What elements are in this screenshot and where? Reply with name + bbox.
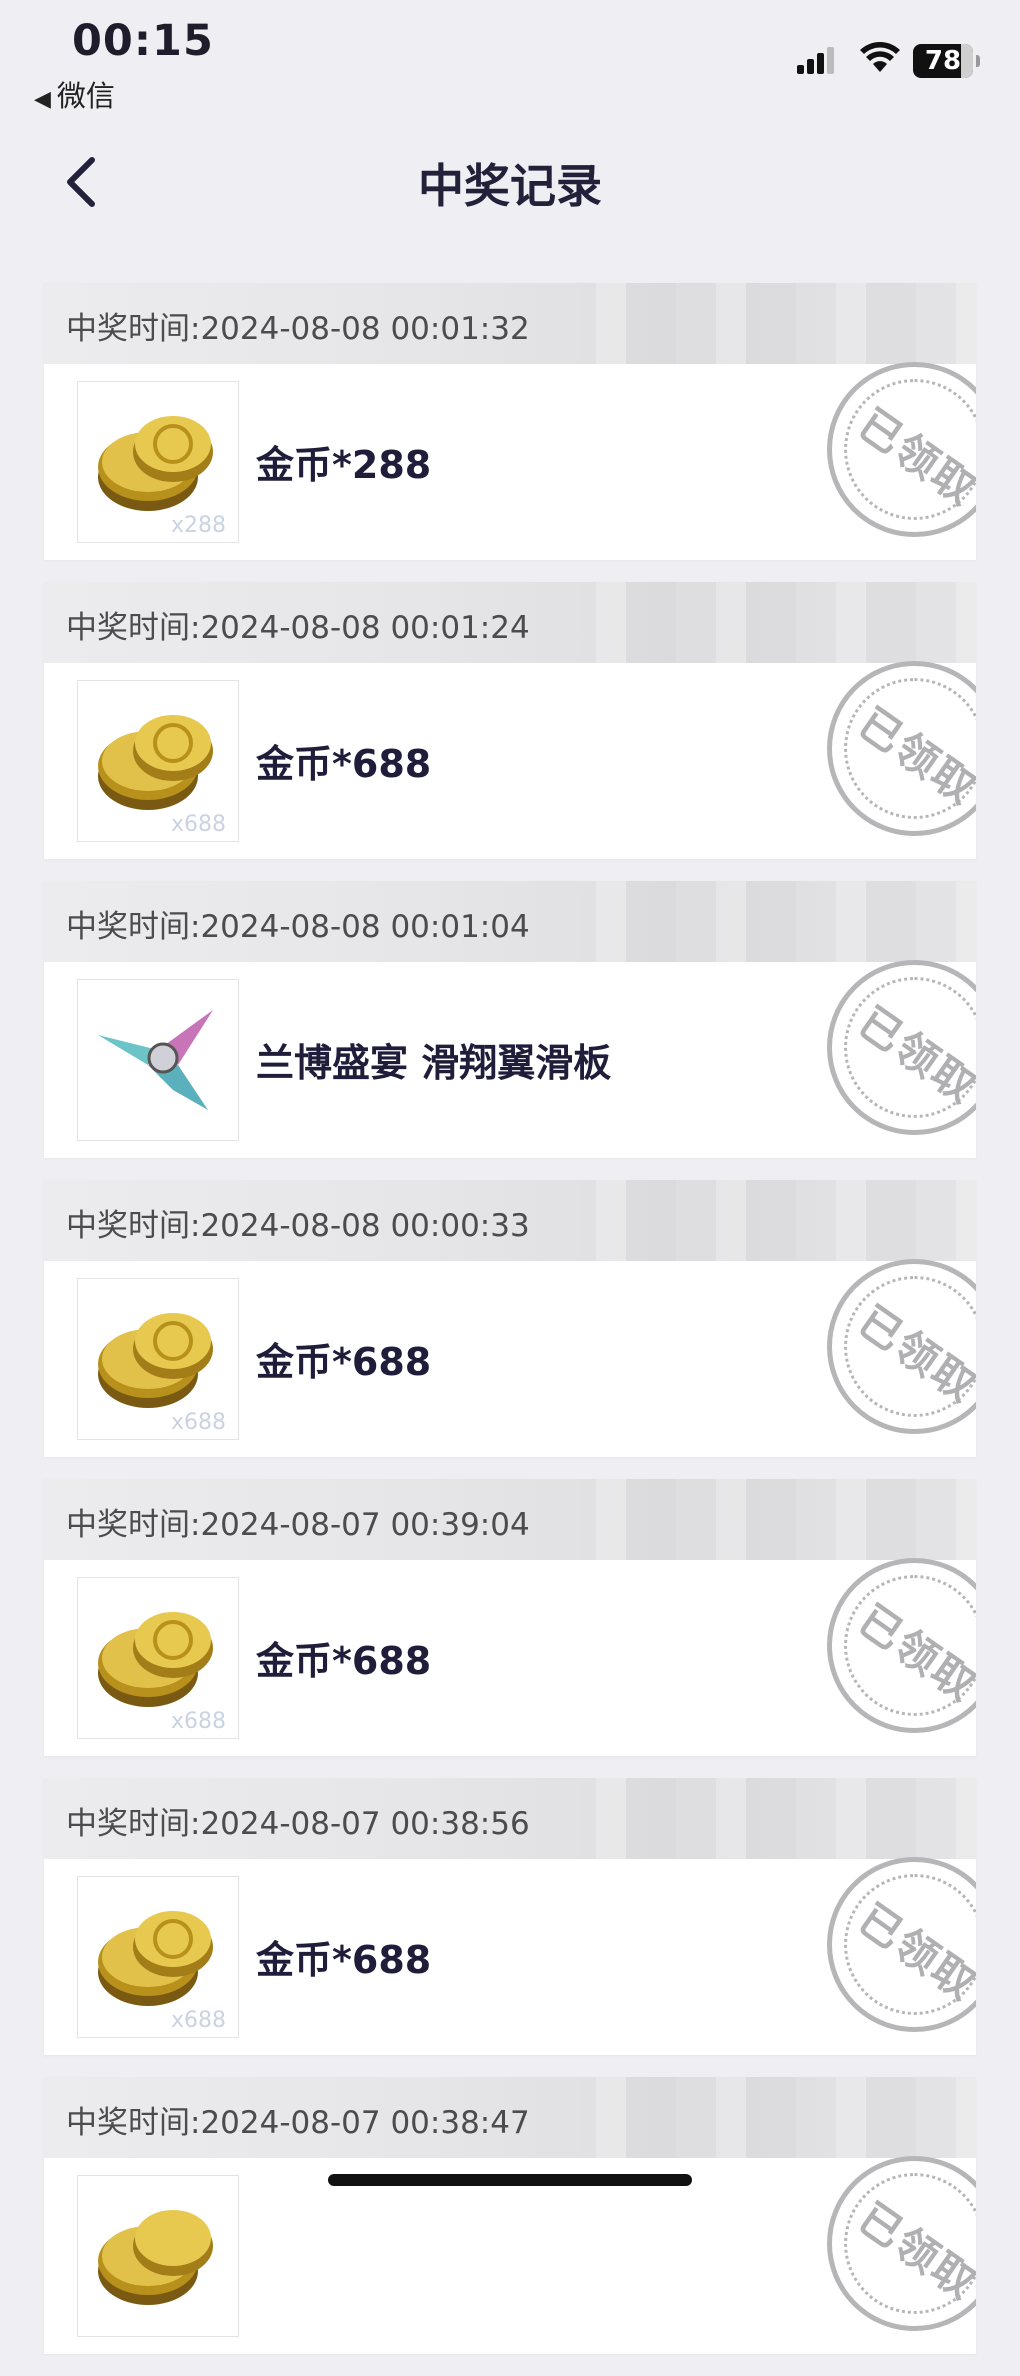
- back-triangle-icon: ◀: [34, 87, 51, 112]
- prize-name: 金币*688: [256, 742, 432, 786]
- wifi-icon: [860, 42, 900, 72]
- record-card[interactable]: 中奖时间:2024-08-07 00:39:04 x688 金币*688 已领取: [44, 1479, 976, 1756]
- battery-level: 78: [924, 46, 962, 76]
- gold-coins-icon: [77, 2175, 239, 2337]
- prize-name: 金币*688: [256, 1639, 432, 1683]
- record-card[interactable]: 中奖时间:2024-08-07 00:38:56 x688 金币*688 已领取: [44, 1778, 976, 2055]
- record-time: 中奖时间:2024-08-08 00:00:33: [66, 1208, 530, 1244]
- record-card[interactable]: 中奖时间:2024-08-07 00:38:47 已领取: [44, 2077, 976, 2354]
- prize-quantity: x288: [170, 513, 226, 538]
- home-indicator[interactable]: [328, 2174, 692, 2186]
- back-to-app-link[interactable]: ◀ 微信: [34, 73, 115, 115]
- record-time: 中奖时间:2024-08-07 00:38:47: [66, 2105, 530, 2141]
- cellular-signal-icon: [797, 46, 837, 74]
- gold-coins-icon: x688: [77, 680, 239, 842]
- record-time: 中奖时间:2024-08-07 00:38:56: [66, 1806, 530, 1842]
- status-bar: 00:15 ◀ 微信 78: [0, 0, 1020, 120]
- page-title: 中奖记录: [418, 159, 602, 213]
- prize-name: 金币*688: [256, 1938, 432, 1982]
- prize-name: 金币*288: [256, 443, 432, 487]
- glider-icon: [77, 979, 239, 1141]
- gold-coins-icon: x688: [77, 1577, 239, 1739]
- record-time: 中奖时间:2024-08-08 00:01:04: [66, 909, 530, 945]
- claimed-stamp: 已领取: [827, 362, 976, 537]
- prize-record-list: 中奖时间:2024-08-08 00:01:32 x288 金币*288 已领取…: [44, 283, 976, 2376]
- record-card[interactable]: 中奖时间:2024-08-08 00:01:24 x688 金币*688 已领取: [44, 582, 976, 859]
- back-app-label: 微信: [56, 79, 115, 113]
- claimed-stamp: 已领取: [827, 1558, 976, 1733]
- record-time: 中奖时间:2024-08-07 00:39:04: [66, 1507, 530, 1543]
- claimed-stamp: 已领取: [827, 2156, 976, 2331]
- prize-quantity: x688: [170, 1709, 226, 1734]
- gold-coins-icon: x288: [77, 381, 239, 543]
- claimed-stamp: 已领取: [827, 1857, 976, 2032]
- nav-header: 中奖记录: [0, 130, 1020, 230]
- prize-quantity: x688: [170, 812, 226, 837]
- battery-icon: 78: [913, 44, 980, 78]
- gold-coins-icon: x688: [77, 1278, 239, 1440]
- claimed-stamp: 已领取: [827, 960, 976, 1135]
- prize-quantity: x688: [170, 2008, 226, 2033]
- prize-quantity: x688: [170, 1410, 226, 1435]
- record-card[interactable]: 中奖时间:2024-08-08 00:01:04 兰博盛宴 滑翔翼滑板 已领取: [44, 881, 976, 1158]
- claimed-stamp: 已领取: [827, 1259, 976, 1434]
- record-card[interactable]: 中奖时间:2024-08-08 00:01:32 x288 金币*288 已领取: [44, 283, 976, 560]
- record-card[interactable]: 中奖时间:2024-08-08 00:00:33 x688 金币*688 已领取: [44, 1180, 976, 1457]
- claimed-stamp: 已领取: [827, 661, 976, 836]
- prize-name: 金币*688: [256, 1340, 432, 1384]
- record-time: 中奖时间:2024-08-08 00:01:24: [66, 610, 530, 646]
- record-time: 中奖时间:2024-08-08 00:01:32: [66, 311, 530, 347]
- status-time: 00:15: [72, 16, 214, 66]
- prize-name: 兰博盛宴 滑翔翼滑板: [256, 1041, 612, 1085]
- gold-coins-icon: x688: [77, 1876, 239, 2038]
